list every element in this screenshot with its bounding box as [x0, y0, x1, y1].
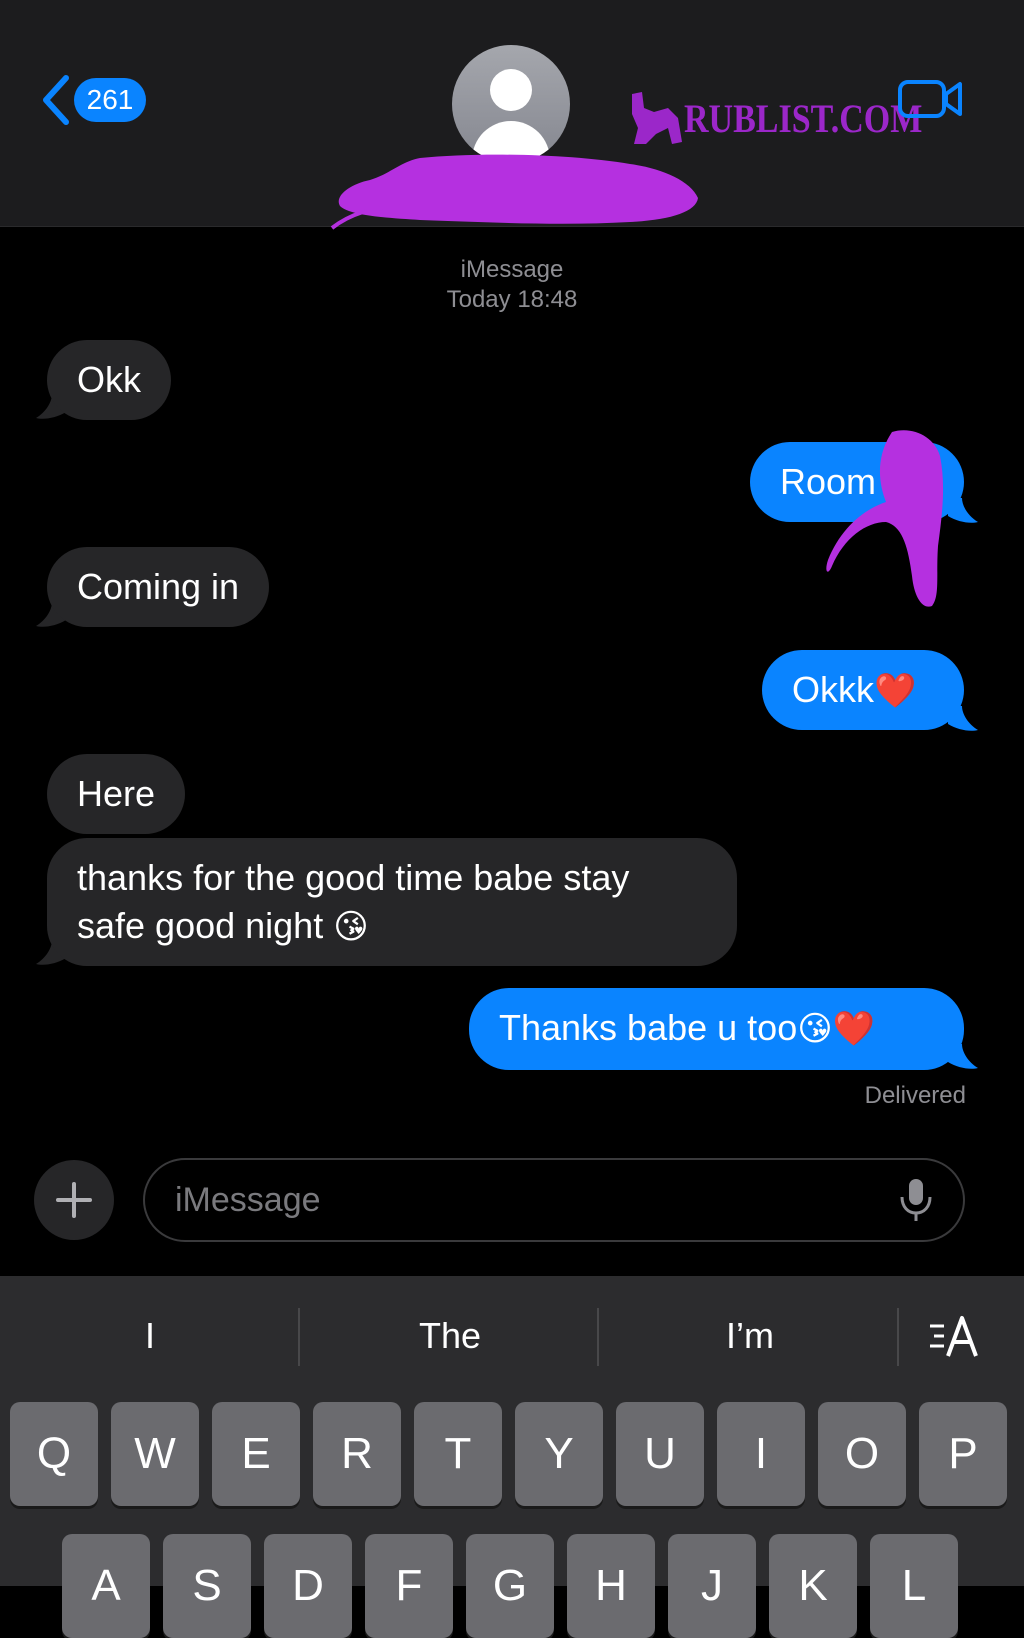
watermark-text: RUBLIST.COM: [684, 95, 923, 141]
redaction-scribble: [826, 430, 944, 607]
unread-count-badge: 261: [74, 78, 146, 122]
key-i[interactable]: I: [717, 1402, 805, 1506]
emoji-reaction: 😘❤️: [797, 1009, 875, 1049]
heart-emoji: ❤️: [874, 671, 917, 711]
key-e[interactable]: E: [212, 1402, 300, 1506]
message-bubble-incoming[interactable]: Okk: [47, 340, 172, 420]
suggestion-1[interactable]: I: [0, 1306, 300, 1366]
message-text: Okkk: [792, 669, 875, 710]
timestamp: Today 18:48: [446, 286, 578, 313]
add-attachment-button[interactable]: [34, 1160, 114, 1240]
contact-name-redaction: [330, 154, 698, 230]
suggestion-3[interactable]: I’m: [600, 1306, 900, 1366]
key-r[interactable]: R: [313, 1402, 401, 1506]
message-bubble-incoming[interactable]: Here: [47, 754, 186, 834]
chevron-left-icon: [43, 75, 69, 125]
key-k[interactable]: K: [769, 1534, 857, 1638]
suggestion-divider: [897, 1308, 899, 1366]
key-d[interactable]: D: [264, 1534, 352, 1638]
key-p[interactable]: P: [919, 1402, 1007, 1506]
message-input[interactable]: [143, 1158, 965, 1242]
key-w[interactable]: W: [111, 1402, 199, 1506]
key-u[interactable]: U: [616, 1402, 704, 1506]
video-camera-icon[interactable]: [898, 78, 964, 120]
message-text: Thanks babe u too: [499, 1007, 798, 1048]
service-label: iMessage: [460, 256, 564, 283]
message-text-line: thanks for the good time babe stay: [77, 857, 630, 898]
key-s[interactable]: S: [163, 1534, 251, 1638]
message-text: Coming in: [77, 566, 240, 607]
contact-avatar[interactable]: [452, 45, 570, 163]
key-g[interactable]: G: [466, 1534, 554, 1638]
suggestion-2[interactable]: The: [300, 1306, 600, 1366]
message-bubble-outgoing[interactable]: Okkk❤️: [762, 650, 964, 730]
key-o[interactable]: O: [818, 1402, 906, 1506]
key-t[interactable]: T: [414, 1402, 502, 1506]
message-bubble-incoming[interactable]: Coming in: [47, 547, 270, 627]
delivery-status: Delivered: [864, 1082, 966, 1109]
kiss-emoji: 😘: [333, 907, 369, 947]
microphone-icon[interactable]: [898, 1177, 934, 1223]
key-h[interactable]: H: [567, 1534, 655, 1638]
conversation-header: 261 RUBLIST.COM: [0, 0, 1024, 230]
text-format-icon[interactable]: [926, 1312, 986, 1362]
message-text: Here: [77, 773, 156, 814]
message-bubble-incoming[interactable]: thanks for the good time babe stay safe …: [47, 838, 737, 966]
message-text-line: safe good night: [77, 905, 324, 946]
predictive-text-bar: I The I’m: [0, 1276, 1024, 1396]
key-l[interactable]: L: [870, 1534, 958, 1638]
key-q[interactable]: Q: [10, 1402, 98, 1506]
key-y[interactable]: Y: [515, 1402, 603, 1506]
key-j[interactable]: J: [668, 1534, 756, 1638]
key-a[interactable]: A: [62, 1534, 150, 1638]
person-icon: [490, 69, 532, 111]
keyboard: I The I’m Q W E R T Y U I O P A S D F G …: [0, 1276, 1024, 1638]
plus-icon: [56, 1182, 92, 1218]
message-text: Okk: [77, 359, 142, 400]
message-bubble-outgoing[interactable]: Thanks babe u too😘❤️: [469, 988, 964, 1070]
back-button[interactable]: 261: [38, 74, 146, 126]
watermark-figure-icon: [632, 92, 682, 144]
suggestion-divider: [597, 1308, 599, 1366]
key-f[interactable]: F: [365, 1534, 453, 1638]
